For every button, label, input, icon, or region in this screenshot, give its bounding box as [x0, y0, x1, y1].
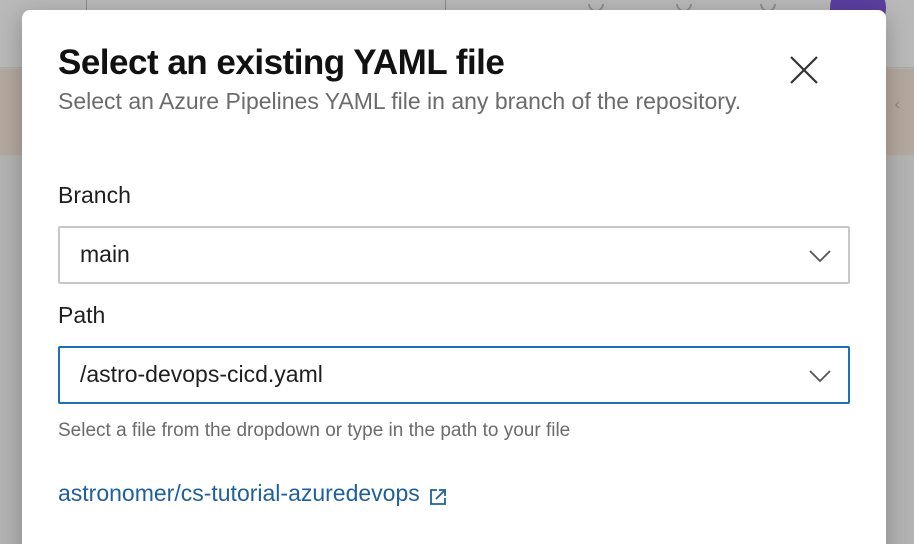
- close-button[interactable]: [786, 52, 822, 88]
- chevron-down-icon: [809, 250, 831, 263]
- branch-value: main: [80, 241, 130, 267]
- path-label: Path: [58, 302, 106, 328]
- dialog-subtitle: Select an Azure Pipelines YAML file in a…: [58, 88, 742, 114]
- select-yaml-dialog: Select an existing YAML file Select an A…: [22, 10, 886, 544]
- dialog-title: Select an existing YAML file: [58, 43, 505, 82]
- background-banner-icon: ‹: [894, 96, 900, 113]
- close-icon: [790, 56, 818, 84]
- branch-dropdown[interactable]: main: [58, 226, 850, 284]
- repository-link[interactable]: astronomer/cs-tutorial-azuredevops: [58, 480, 448, 507]
- repository-link-text: astronomer/cs-tutorial-azuredevops: [58, 480, 420, 506]
- external-link-icon: [429, 488, 446, 505]
- chevron-down-icon[interactable]: [808, 364, 832, 388]
- branch-label: Branch: [58, 182, 131, 208]
- path-combobox[interactable]: /astro-devops-cicd.yaml: [58, 346, 850, 404]
- path-value[interactable]: /astro-devops-cicd.yaml: [80, 361, 323, 388]
- path-helper-text: Select a file from the dropdown or type …: [58, 420, 571, 441]
